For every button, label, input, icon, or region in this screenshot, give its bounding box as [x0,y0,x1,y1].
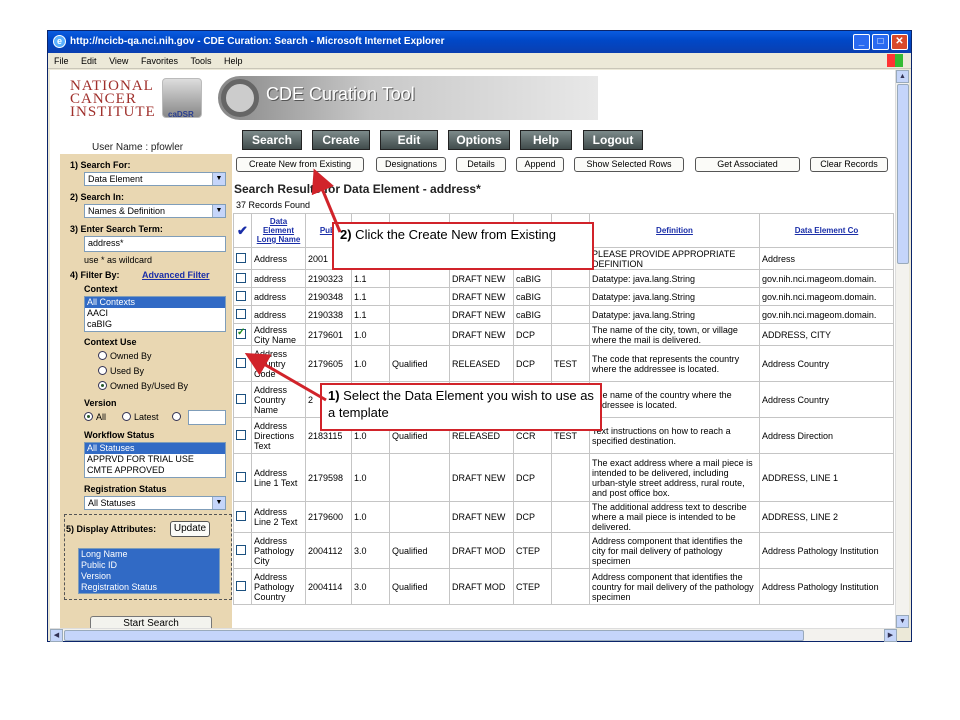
step1-arrow [244,352,327,402]
close-button[interactable]: ✕ [891,34,908,50]
menu-help[interactable]: Help [224,56,243,66]
browser-window: e http://ncicb-qa.nci.nih.gov - CDE Cura… [47,30,912,642]
maximize-button[interactable]: □ [872,34,889,50]
windows-logo-icon [887,54,903,67]
menu-tools[interactable]: Tools [190,56,211,66]
menu-favorites[interactable]: Favorites [141,56,178,66]
menu-view[interactable]: View [109,56,128,66]
scroll-thumb[interactable] [64,630,804,641]
page-content: NATIONAL CANCER INSTITUTE caDSR User Nam… [50,70,897,628]
annotation-arrows [244,168,342,402]
scroll-up-icon[interactable]: ▲ [896,70,909,83]
scroll-thumb[interactable] [897,84,909,264]
horizontal-scrollbar[interactable]: ◀ ▶ [50,628,897,642]
step2-arrow [311,168,342,233]
scroll-down-icon[interactable]: ▼ [896,615,909,628]
vertical-scrollbar[interactable]: ▲ ▼ [895,70,909,628]
menu-bar: File Edit View Favorites Tools Help [48,53,911,69]
scroll-right-icon[interactable]: ▶ [884,629,897,642]
menu-edit[interactable]: Edit [81,56,97,66]
menu-file[interactable]: File [54,56,69,66]
title-bar: e http://ncicb-qa.nci.nih.gov - CDE Cura… [48,31,911,53]
window-title: http://ncicb-qa.nci.nih.gov - CDE Curati… [70,36,445,47]
ie-icon: e [53,35,66,48]
scroll-left-icon[interactable]: ◀ [50,629,63,642]
minimize-button[interactable]: _ [853,34,870,50]
